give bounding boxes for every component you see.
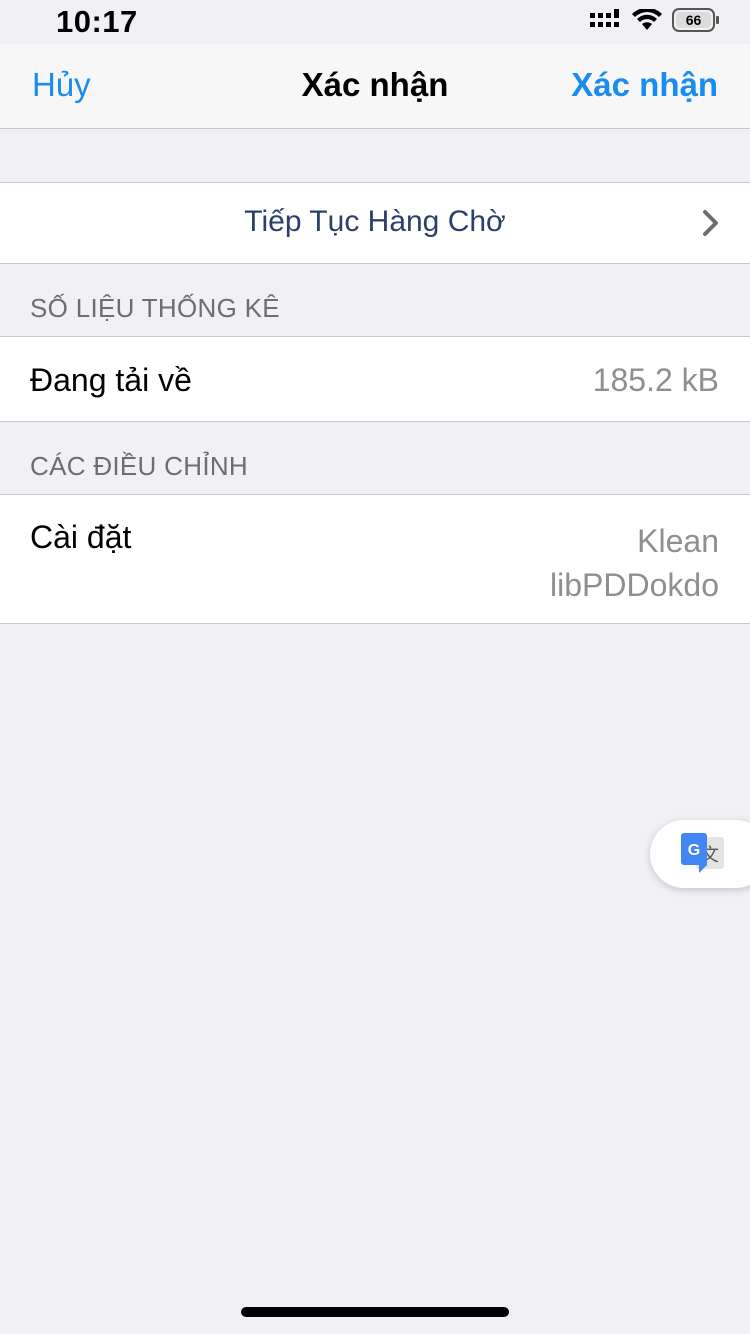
continue-queue-label: Tiếp Tục Hàng Chờ [244, 205, 506, 238]
navigation-bar: Hủy Xác nhận Xác nhận [0, 44, 750, 129]
install-value-item: Klean [637, 523, 719, 559]
continue-queue-row[interactable]: Tiếp Tục Hàng Chờ [0, 182, 750, 264]
status-time: 10:17 [56, 4, 138, 39]
battery-level: 66 [686, 12, 702, 28]
signal-icon [590, 9, 622, 31]
status-icons: 66 [590, 8, 720, 32]
stats-section-header: SỐ LIỆU THỐNG KÊ [30, 293, 280, 323]
chevron-right-icon [702, 209, 720, 242]
status-bar: 10:17 66 [0, 0, 750, 44]
wifi-icon [632, 9, 662, 31]
battery-icon: 66 [672, 8, 720, 32]
install-row: Cài đặt Klean libPDDokdo [0, 494, 750, 624]
adjustments-section-header: CÁC ĐIỀU CHỈNH [30, 451, 248, 481]
downloading-label: Đang tải về [30, 362, 192, 398]
home-indicator[interactable] [241, 1307, 509, 1317]
install-values: Klean libPDDokdo [550, 519, 719, 607]
translate-floating-button[interactable]: 文 G [650, 820, 750, 888]
downloading-value: 185.2 kB [592, 362, 719, 398]
google-translate-icon: 文 G [680, 831, 726, 880]
install-label: Cài đặt [30, 519, 132, 555]
svg-text:G: G [688, 842, 700, 859]
confirm-button[interactable]: Xác nhận [571, 66, 718, 104]
install-value-item: libPDDokdo [550, 567, 719, 603]
downloading-row: Đang tải về 185.2 kB [0, 336, 750, 422]
